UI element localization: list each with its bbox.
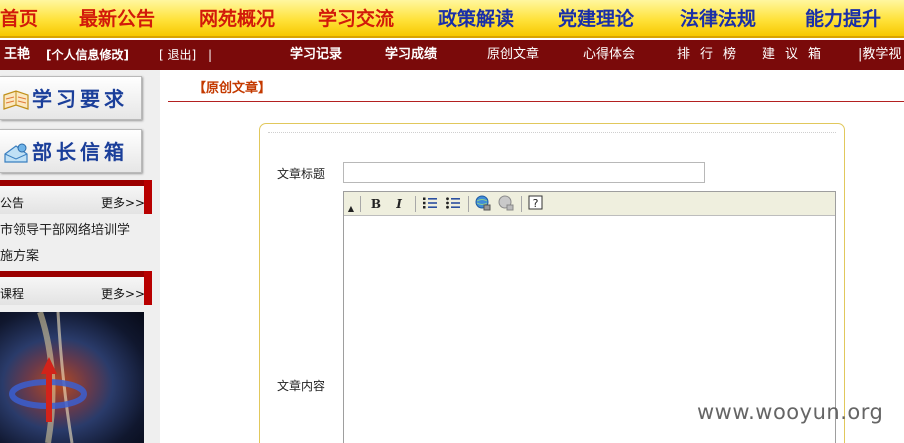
course-thumbnail-image[interactable] — [0, 312, 144, 443]
nav-party-theory[interactable]: 党建理论 — [558, 5, 634, 33]
separator: | — [208, 48, 213, 62]
toolbar-separator — [521, 196, 522, 212]
ordered-list-icon[interactable] — [421, 195, 439, 213]
breadcrumb-divider — [168, 101, 904, 102]
italic-button[interactable]: I — [390, 195, 408, 213]
book-icon — [2, 87, 30, 117]
help-icon[interactable]: ? — [527, 195, 545, 213]
svg-text:?: ? — [533, 197, 539, 210]
form-top-dotted-line — [268, 132, 836, 133]
toolbar-collapse-icon[interactable]: ▲ — [344, 195, 358, 213]
insert-link-icon[interactable] — [474, 195, 492, 213]
course-panel-header: 课程 更多>> — [0, 271, 152, 305]
title-label: 文章标题 — [277, 167, 326, 181]
tab-suggestion-box[interactable]: 建议箱 — [762, 40, 831, 70]
editor-toolbar: ▲ B I ? — [344, 192, 835, 216]
tab-study-record[interactable]: 学习记录 — [290, 40, 342, 70]
notice-more-link[interactable]: 更多>> — [101, 194, 145, 211]
notice-item-line1[interactable]: 市领导干部网络培训学 — [0, 219, 130, 238]
nav-laws[interactable]: 法律法规 — [680, 5, 756, 33]
top-nav: 首页 最新公告 网苑概况 学习交流 政策解读 党建理论 法律法规 能力提升 — [0, 0, 904, 38]
user-name: 王艳 — [4, 47, 31, 62]
toolbar-separator — [468, 196, 469, 212]
toolbar-separator — [360, 196, 361, 212]
unlink-icon[interactable] — [497, 195, 515, 213]
toolbar-separator — [415, 196, 416, 212]
notice-item-line2[interactable]: 施方案 — [0, 245, 39, 264]
tab-experience[interactable]: 心得体会 — [583, 40, 635, 70]
minister-mailbox-button[interactable]: 部长信箱 — [0, 129, 142, 173]
study-requirements-button[interactable]: 学习要求 — [0, 76, 142, 120]
panel-red-side — [144, 271, 152, 305]
minister-mailbox-label: 部长信箱 — [32, 140, 128, 164]
tab-teaching-video[interactable]: |教学视 — [858, 40, 901, 70]
tab-ranking[interactable]: 排行榜 — [677, 40, 746, 70]
course-more-link[interactable]: 更多>> — [101, 285, 145, 302]
page-breadcrumb: 【原创文章】 — [193, 81, 272, 96]
notice-panel-title: 公告 — [0, 196, 25, 210]
user-bar: 王艳 [个人信息修改] [ 退出] | 学习记录 学习成绩 原创文章 心得体会 … — [0, 40, 904, 70]
bold-button[interactable]: B — [367, 195, 385, 213]
panel-red-bar — [0, 180, 152, 186]
study-requirements-label: 学习要求 — [32, 87, 128, 111]
panel-red-bar — [0, 271, 152, 277]
nav-study-exchange[interactable]: 学习交流 — [318, 5, 394, 33]
mailbox-icon — [2, 140, 30, 170]
course-panel-title: 课程 — [0, 287, 25, 301]
notice-panel-header: 公告 更多>> — [0, 180, 152, 214]
tab-original-article[interactable]: 原创文章 — [487, 40, 539, 70]
watermark-text: www.wooyun.org — [697, 400, 884, 424]
nav-announcements[interactable]: 最新公告 — [79, 5, 155, 33]
article-title-input[interactable] — [343, 162, 705, 183]
nav-policy[interactable]: 政策解读 — [438, 5, 514, 33]
profile-edit-link[interactable]: [个人信息修改] — [46, 40, 129, 70]
logout-link[interactable]: [ 退出] — [159, 40, 196, 70]
tab-study-score[interactable]: 学习成绩 — [385, 40, 437, 70]
nav-ability[interactable]: 能力提升 — [805, 5, 881, 33]
content-label: 文章内容 — [277, 379, 326, 393]
panel-red-side — [144, 180, 152, 214]
nav-home[interactable]: 首页 — [0, 5, 38, 33]
nav-overview[interactable]: 网苑概况 — [199, 5, 275, 33]
unordered-list-icon[interactable] — [444, 195, 462, 213]
